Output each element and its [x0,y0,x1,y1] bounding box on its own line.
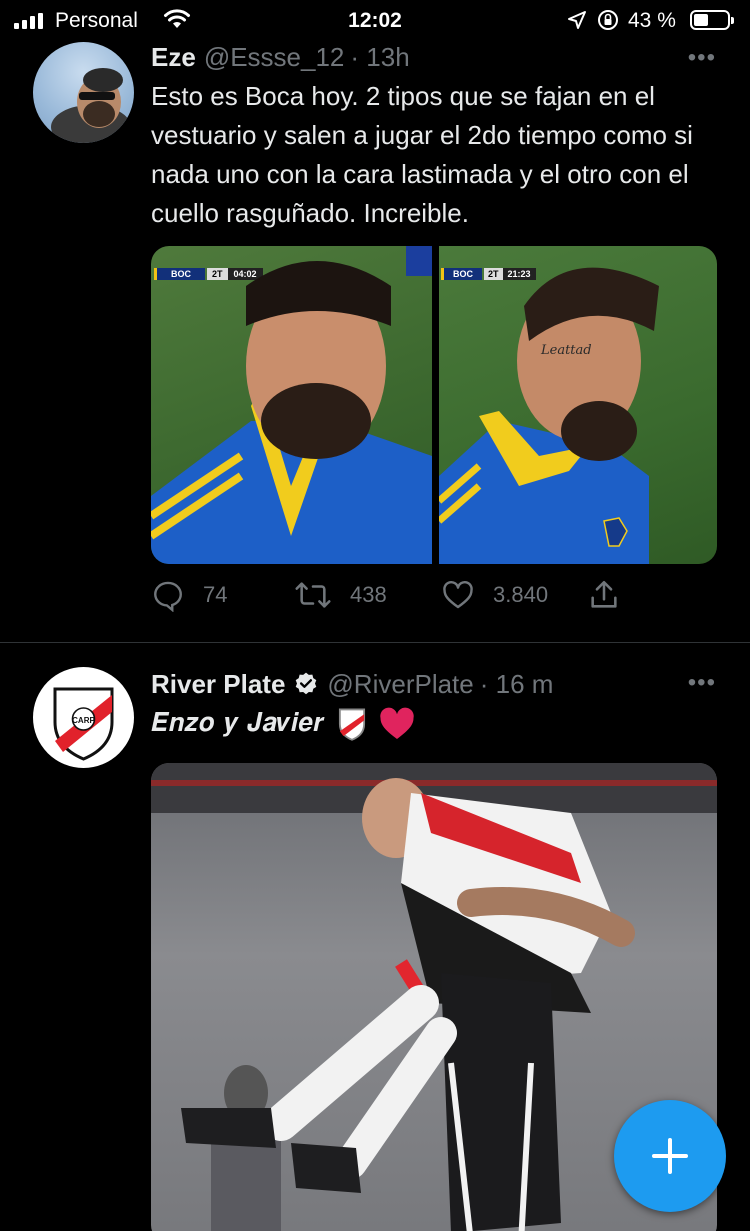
tweet-header: Eze @Essse_12 · 13h [151,42,410,73]
heart-emoji-icon [379,707,414,739]
avatar[interactable] [33,42,134,143]
logo-text: CARP [72,716,95,725]
reply-button[interactable]: 74 [151,578,227,612]
like-icon [443,581,473,609]
tweet-time: · 16 m [479,669,554,699]
tweet-media[interactable]: BOC 2T 04:02 BOC 2T 21:23 Leattad [151,246,717,564]
like-count: 3.840 [493,582,549,607]
retweet-icon [295,582,331,608]
avatar[interactable]: CARP [33,667,134,768]
tweet-text: Esto es Boca hoy. 2 tipos que se fajan e… [151,81,693,228]
media-photo-left[interactable]: BOC 2T 04:02 [151,246,432,564]
river-shield-icon [338,708,365,741]
tweet-time: · 13h [350,42,410,72]
verified-icon [293,671,319,704]
share-button[interactable] [587,578,621,612]
retweet-count: 438 [350,582,387,607]
tweet-text: 𝑬𝒏𝒛𝒐 𝒚 𝑱𝒂𝒗𝒊𝒆𝒓 [151,708,325,738]
tweet[interactable]: Eze @Essse_12 · 13h ••• Esto es Boca hoy… [0,0,750,642]
river-shield-icon: CARP [53,687,114,761]
like-button[interactable]: 3.840 [441,578,548,612]
more-icon[interactable]: ••• [688,669,716,697]
media-photo-right[interactable]: BOC 2T 21:23 Leattad [439,246,717,564]
share-icon [591,580,617,608]
author-handle[interactable]: @Essse_12 [204,42,345,73]
author-name[interactable]: River Plate [151,669,285,700]
author-handle[interactable]: @RiverPlate [327,669,473,700]
reply-count: 74 [203,582,228,607]
author-name[interactable]: Eze [151,42,196,73]
tweet-header: River Plate @RiverPlate · 16 m [151,667,553,700]
tweet-text-row: 𝑬𝒏𝒛𝒐 𝒚 𝑱𝒂𝒗𝒊𝒆𝒓 [151,704,721,743]
more-icon[interactable]: ••• [688,44,716,72]
neck-tattoo: Leattad [540,343,592,358]
compose-icon [652,1138,688,1174]
tweet-actions: 74 438 3.840 [151,578,631,618]
reply-icon [154,581,182,612]
compose-button[interactable] [614,1100,726,1212]
retweet-button[interactable]: 438 [294,578,387,612]
